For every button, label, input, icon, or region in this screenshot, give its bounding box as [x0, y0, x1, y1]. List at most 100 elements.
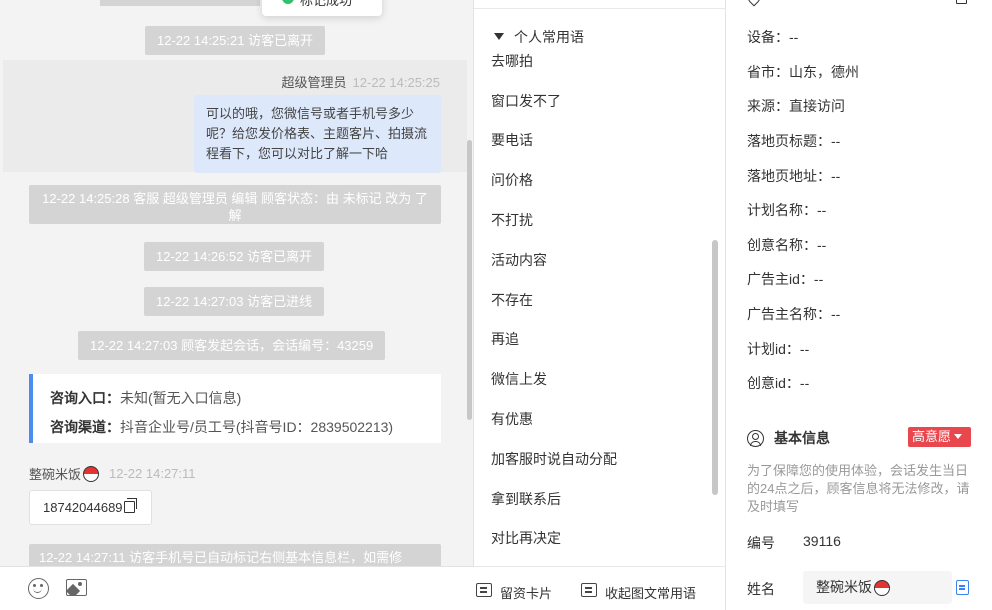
system-message: 12-22 14:27:03 顾客发起会话，会话编号：43259 — [78, 331, 386, 360]
customer-phone: 18742044689 — [43, 500, 123, 515]
source-row: 来源：直接访问 — [747, 96, 845, 116]
chat-message-list[interactable]: 标记成功 12-22 14:25:21 访客已离开 超级管理员 12-22 14:… — [0, 0, 474, 566]
quick-phrases-panel: 个人常用语 去哪拍 窗口发不了 要电话 问价格 不打扰 活动内容 不存在 再追 … — [474, 0, 726, 610]
system-message: 12-22 14:26:52 访客已离开 — [144, 242, 325, 271]
consult-channel-row: 咨询渠道：抖音企业号/员工号(抖音号ID：2839502213) — [50, 413, 441, 442]
phrase-item[interactable]: 去哪拍 — [491, 51, 533, 71]
phrase-item[interactable]: 活动内容 — [491, 250, 547, 270]
system-message: 12-22 14:25:21 访客已离开 — [145, 26, 326, 55]
edit-deadline-notice: 为了保障您的使用体验，会话发生当日的24点之后，顾客信息将无法修改，请及时填写 — [747, 463, 970, 514]
phrase-group-title: 个人常用语 — [514, 29, 584, 45]
consult-info-card: 咨询入口：未知(暂无入口信息) 咨询渠道：抖音企业号/员工号(抖音号ID：283… — [29, 374, 441, 443]
field-value: -- — [831, 306, 841, 322]
phrase-item[interactable]: 问价格 — [491, 170, 533, 190]
message-icon — [581, 583, 597, 597]
advertiser-name-row: 广告主名称：-- — [747, 304, 840, 324]
field-label: 计划id： — [747, 341, 800, 357]
phrase-item[interactable]: 窗口发不了 — [491, 91, 561, 111]
field-label: 广告主名称： — [747, 306, 831, 322]
leave-info-card-link[interactable]: 留资卡片 — [500, 583, 552, 602]
collapse-phrases-link[interactable]: 收起图文常用语 — [605, 583, 696, 602]
creative-id-row: 创意id：-- — [747, 373, 809, 393]
field-label: 创意id： — [747, 375, 800, 391]
phrase-item[interactable]: 有优惠 — [491, 409, 533, 429]
field-label: 计划名称： — [747, 202, 817, 218]
phrase-item[interactable]: 不存在 — [491, 290, 533, 310]
consult-channel-label: 咨询渠道： — [50, 419, 120, 435]
toast-text: 标记成功 — [300, 0, 353, 8]
id-value: 39116 — [803, 533, 841, 549]
field-value: -- — [817, 202, 827, 218]
location-icon — [745, 0, 763, 7]
system-message-auto-mark: 12-22 14:27:11 访客手机号已自动标记右侧基本信息栏，如需修 — [29, 544, 441, 566]
id-label: 编号 — [747, 535, 775, 551]
landing-url-row: 落地页地址：-- — [747, 166, 840, 186]
name-label: 姓名 — [747, 581, 775, 597]
field-label: 广告主id： — [747, 271, 814, 287]
agent-name: 超级管理员 — [281, 75, 347, 90]
creative-name-row: 创意名称：-- — [747, 235, 826, 255]
phrase-item[interactable]: 再追 — [491, 329, 519, 349]
field-label: 来源： — [747, 98, 789, 114]
customer-phone-message[interactable]: 18742044689 — [29, 490, 152, 525]
customer-info-panel: 设备：-- 省市：山东，德州 来源：直接访问 落地页标题：-- 落地页地址：--… — [726, 0, 992, 610]
chat-scrollbar[interactable] — [467, 140, 472, 420]
field-value: -- — [799, 375, 810, 391]
card-icon — [476, 583, 492, 597]
phrase-item[interactable]: 微信上发 — [491, 369, 547, 389]
field-value: -- — [831, 168, 841, 184]
system-message: 12-22 14:27:03 访客已进线 — [144, 287, 325, 316]
phrase-item[interactable]: 加客服时说自动分配 — [491, 449, 617, 469]
chat-input-toolbar — [0, 566, 474, 610]
field-value: -- — [813, 271, 824, 287]
intent-level-value: 高意愿 — [912, 429, 952, 444]
consult-entry-label: 咨询入口： — [50, 390, 120, 406]
customer-message-time: 12-22 14:27:11 — [109, 466, 196, 481]
phrase-item[interactable]: 要电话 — [491, 130, 533, 150]
agent-message-meta: 超级管理员 12-22 14:25:25 — [282, 72, 440, 91]
field-label: 落地页标题： — [747, 133, 831, 149]
success-toast: 标记成功 — [262, 0, 382, 16]
device-row: 设备：-- — [747, 27, 798, 47]
customer-name: 整碗米饭 — [29, 467, 82, 482]
divider — [474, 8, 726, 9]
agent-message-time: 12-22 14:25:25 — [352, 75, 440, 90]
phrase-group-header[interactable]: 个人常用语 — [494, 27, 584, 47]
field-value: -- — [799, 341, 810, 357]
system-message-status-change: 12-22 14:25:28 客服 超级管理员 编辑 顾客状态：由 未标记 改为… — [29, 185, 441, 224]
field-value: 直接访问 — [789, 98, 845, 114]
basic-info-header: 基本信息 — [747, 428, 830, 448]
intent-level-dropdown[interactable]: 高意愿 — [908, 427, 971, 447]
copy-icon[interactable] — [956, 0, 967, 4]
chat-panel: 标记成功 12-22 14:25:21 访客已离开 超级管理员 12-22 14:… — [0, 0, 474, 610]
name-field[interactable]: 整碗米饭 — [803, 571, 952, 604]
name-value: 整碗米饭 — [816, 579, 872, 595]
agent-message-bubble: 可以的哦，您微信号或者手机号多少呢？给您发价格表、主题客片、拍摄流程看下，您可以… — [194, 95, 441, 173]
caret-down-icon — [954, 434, 963, 439]
field-value: -- — [789, 29, 799, 45]
consult-channel-value: 抖音企业号/员工号(抖音号ID：2839502213) — [120, 419, 394, 435]
consult-entry-row: 咨询入口：未知(暂无入口信息) — [50, 384, 441, 413]
field-label: 省市： — [747, 64, 789, 80]
phrase-item[interactable]: 拿到联系后 — [491, 489, 561, 509]
phrase-item[interactable]: 对比再决定 — [491, 528, 561, 548]
plan-name-row: 计划名称：-- — [747, 200, 826, 220]
field-label: 创意名称： — [747, 237, 817, 253]
copy-icon[interactable] — [123, 498, 137, 513]
basic-info-title: 基本信息 — [774, 430, 830, 446]
emoji-icon[interactable] — [28, 578, 49, 599]
image-upload-icon[interactable] — [66, 579, 87, 596]
region-row: 省市：山东，德州 — [747, 62, 859, 82]
user-circle-icon — [747, 429, 764, 447]
copy-icon[interactable] — [956, 580, 969, 595]
customer-message-meta: 整碗米饭 12-22 14:27:11 — [29, 464, 196, 483]
phrase-item[interactable]: 不打扰 — [491, 210, 533, 230]
red-emoji-icon — [83, 465, 100, 482]
field-label: 落地页地址： — [747, 168, 831, 184]
phrases-scrollbar[interactable] — [712, 240, 718, 495]
caret-down-icon — [494, 33, 504, 40]
plan-id-row: 计划id：-- — [747, 339, 809, 359]
field-value: -- — [831, 133, 841, 149]
advertiser-id-row: 广告主id：-- — [747, 269, 823, 289]
landing-title-row: 落地页标题：-- — [747, 131, 840, 151]
